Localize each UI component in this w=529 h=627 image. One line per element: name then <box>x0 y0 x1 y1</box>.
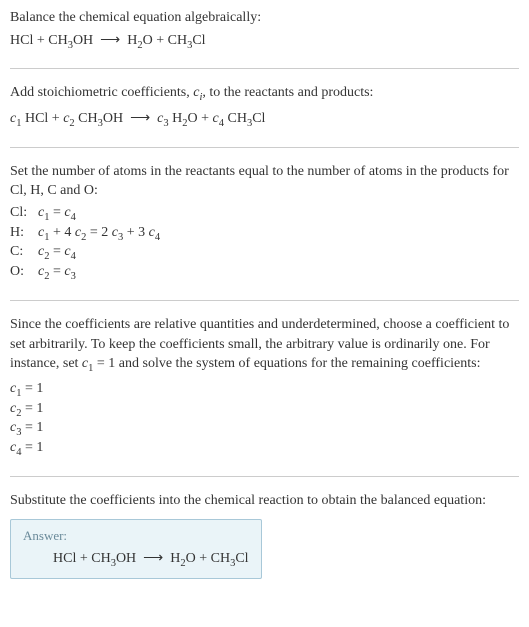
atom-eq-title: Set the number of atoms in the reactants… <box>10 162 519 201</box>
add-coeff-title: Add stoichiometric coefficients, ci, to … <box>10 83 519 105</box>
answer-box: Answer: HCl + CH3OH ⟶ H2O + CH3Cl <box>10 519 262 580</box>
answer-label: Answer: <box>23 528 249 544</box>
solution-line: c4 = 1 <box>10 440 519 458</box>
atom-equation: c1 = c4 <box>38 205 519 223</box>
atom-eq-list: Cl: c1 = c4 H: c1 + 4 c2 = 2 c3 + 3 c4 C… <box>10 205 519 282</box>
solution-list: c1 = 1 c2 = 1 c3 = 1 c4 = 1 <box>10 381 519 458</box>
atom-equation: c2 = c3 <box>38 264 519 282</box>
unbalanced-equation: HCl + CH3OH ⟶ H2O + CH3Cl <box>10 32 519 51</box>
substitute-title: Substitute the coefficients into the che… <box>10 491 519 511</box>
atom-equation: c2 = c4 <box>38 244 519 262</box>
section-solve: Since the coefficients are relative quan… <box>10 300 519 458</box>
atom-label: C: <box>10 244 38 260</box>
solution-line: c1 = 1 <box>10 381 519 399</box>
generic-equation: c1 HCl + c2 CH3OH ⟶ c3 H2O + c4 CH3Cl <box>10 110 519 129</box>
balance-title: Balance the chemical equation algebraica… <box>10 8 519 28</box>
section-atom-equations: Set the number of atoms in the reactants… <box>10 147 519 282</box>
solution-line: c3 = 1 <box>10 420 519 438</box>
atom-equation: c1 + 4 c2 = 2 c3 + 3 c4 <box>38 225 519 243</box>
atom-row-c: C: c2 = c4 <box>10 244 519 262</box>
balanced-equation: HCl + CH3OH ⟶ H2O + CH3Cl <box>23 550 249 569</box>
atom-label: Cl: <box>10 205 38 221</box>
section-balance-prompt: Balance the chemical equation algebraica… <box>10 8 519 50</box>
atom-label: H: <box>10 225 38 241</box>
atom-row-cl: Cl: c1 = c4 <box>10 205 519 223</box>
atom-row-h: H: c1 + 4 c2 = 2 c3 + 3 c4 <box>10 225 519 243</box>
solve-title: Since the coefficients are relative quan… <box>10 315 519 377</box>
atom-label: O: <box>10 264 38 280</box>
section-add-coefficients: Add stoichiometric coefficients, ci, to … <box>10 68 519 128</box>
section-substitute: Substitute the coefficients into the che… <box>10 476 519 579</box>
solution-line: c2 = 1 <box>10 401 519 419</box>
atom-row-o: O: c2 = c3 <box>10 264 519 282</box>
